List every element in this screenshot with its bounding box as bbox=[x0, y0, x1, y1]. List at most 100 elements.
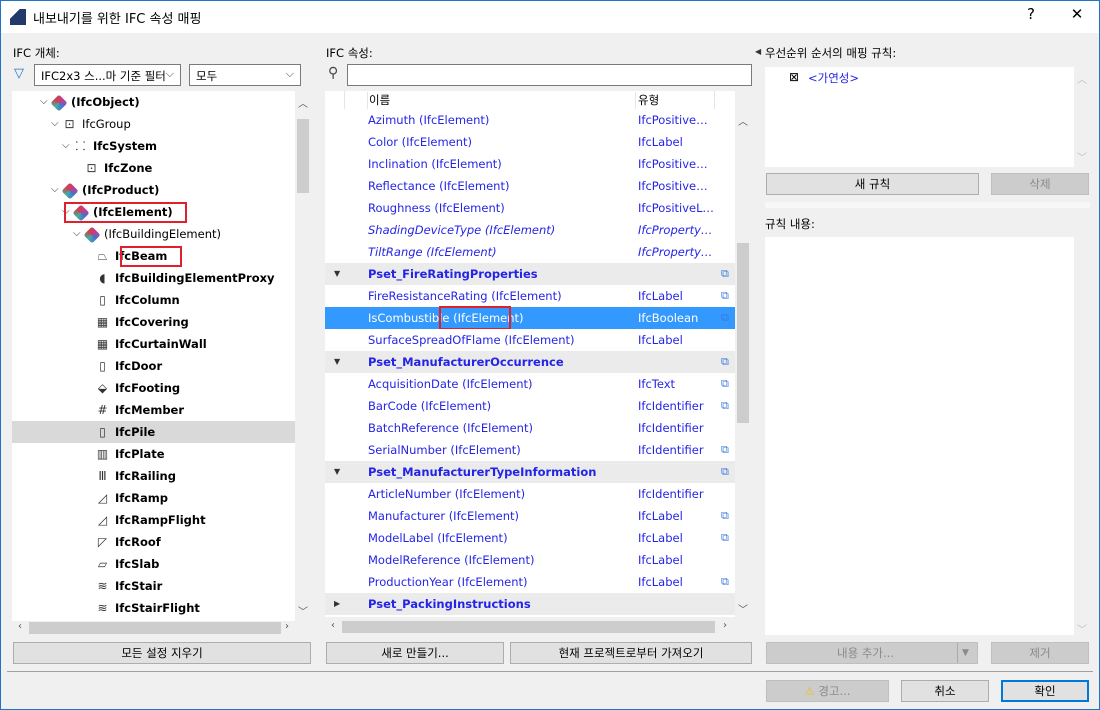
help-button[interactable]: ? bbox=[1011, 5, 1051, 23]
tree-horizontal-scrollbar[interactable]: ‹ › bbox=[12, 621, 295, 635]
tree-item[interactable]: ⌵ ⸬ IfcSystem bbox=[12, 135, 295, 157]
collapse-panel-icon[interactable]: ◀ bbox=[755, 47, 761, 56]
tree-vertical-scrollbar[interactable]: ︿ ﹀ bbox=[295, 91, 311, 621]
link-icon[interactable]: ⧉ bbox=[721, 351, 729, 373]
warning-button[interactable]: ⚠ 경고... bbox=[766, 680, 889, 702]
add-content-button[interactable]: 내용 추가... ▼ bbox=[766, 642, 978, 664]
chevron-down-icon[interactable]: ⌵ bbox=[62, 135, 70, 157]
tree-item[interactable]: ≋ IfcStairFlight bbox=[12, 597, 295, 619]
tree-item[interactable]: ▯ IfcPile bbox=[12, 421, 295, 443]
rule-checkbox-icon[interactable]: ⊠ bbox=[789, 70, 799, 84]
import-from-project-button[interactable]: 현재 프로젝트로부터 가져오기 bbox=[510, 642, 752, 664]
rule-content-box[interactable] bbox=[765, 237, 1074, 635]
tree-item[interactable]: ▱ IfcSlab bbox=[12, 553, 295, 575]
tree-item[interactable]: ⌵ (IfcBuildingElement) bbox=[12, 223, 295, 245]
tree-item[interactable]: ⌵ (IfcProduct) bbox=[12, 179, 295, 201]
chevron-down-icon[interactable]: ⌵ bbox=[51, 113, 59, 135]
property-row[interactable]: BatchReference (IfcElement) IfcIdentifier bbox=[325, 417, 735, 439]
property-row[interactable]: ProductionYear (IfcElement) IfcLabel ⧉ bbox=[325, 571, 735, 593]
property-row[interactable]: BarCode (IfcElement) IfcIdentifier ⧉ bbox=[325, 395, 735, 417]
mapping-rules-list[interactable]: ⊠ <가연성> bbox=[765, 67, 1074, 167]
remove-button[interactable]: 제거 bbox=[991, 642, 1089, 664]
new-property-button[interactable]: 새로 만들기... bbox=[326, 642, 504, 664]
scroll-thumb[interactable] bbox=[297, 119, 309, 193]
expand-down-icon[interactable]: ▼ bbox=[334, 461, 340, 483]
expand-down-icon[interactable]: ▼ bbox=[334, 263, 340, 285]
scroll-thumb[interactable] bbox=[342, 621, 715, 633]
scroll-right-icon[interactable]: › bbox=[717, 620, 733, 631]
tree-item[interactable]: ⌵ ⊡ IfcGroup bbox=[12, 113, 295, 135]
scroll-down-icon[interactable]: ﹀ bbox=[1074, 149, 1090, 164]
close-button[interactable]: ✕ bbox=[1057, 5, 1097, 23]
tree-item[interactable]: ◿ IfcRamp bbox=[12, 487, 295, 509]
property-set-row[interactable]: ▼ Pset_FireRatingProperties ⧉ bbox=[325, 263, 735, 285]
tree-item[interactable]: Ⅲ IfcRailing bbox=[12, 465, 295, 487]
property-row[interactable]: Reflectance (IfcElement) IfcPositiveRati.… bbox=[325, 175, 735, 197]
column-header-name[interactable]: 이름 bbox=[367, 92, 390, 109]
clear-all-settings-button[interactable]: 모든 설정 지우기 bbox=[13, 642, 311, 664]
tree-item[interactable]: ▦ IfcCurtainWall bbox=[12, 333, 295, 355]
new-rule-button[interactable]: 새 규칙 bbox=[766, 173, 979, 195]
chevron-down-icon[interactable]: ⌵ bbox=[40, 91, 48, 113]
dropdown-arrow-icon[interactable]: ▼ bbox=[957, 643, 969, 663]
tree-item[interactable]: ▯ IfcColumn bbox=[12, 289, 295, 311]
property-row[interactable]: SurfaceSpreadOfFlame (IfcElement) IfcLabe… bbox=[325, 329, 735, 351]
link-icon[interactable]: ⧉ bbox=[721, 461, 729, 483]
expand-right-icon[interactable]: ▶ bbox=[334, 593, 340, 615]
property-row[interactable]: Roughness (IfcElement) IfcPositiveLen... bbox=[325, 197, 735, 219]
expand-down-icon[interactable]: ▼ bbox=[334, 351, 340, 373]
property-row[interactable]: IsCombustible (IfcElement) IfcBoolean ⧉ bbox=[325, 307, 735, 329]
scroll-up-icon[interactable]: ︿ bbox=[295, 95, 311, 110]
property-search-input[interactable] bbox=[347, 64, 752, 86]
property-table[interactable]: Azimuth (IfcElement) IfcPositivePla... Col… bbox=[325, 109, 735, 617]
tree-item[interactable]: ⬙ IfcFooting bbox=[12, 377, 295, 399]
column-header-type[interactable]: 유형 bbox=[635, 92, 659, 109]
property-row[interactable]: Color (IfcElement) IfcLabel bbox=[325, 131, 735, 153]
tree-item[interactable]: ▯ IfcDoor bbox=[12, 355, 295, 377]
scroll-up-icon[interactable]: ︿ bbox=[735, 113, 751, 128]
scroll-thumb[interactable] bbox=[29, 622, 281, 634]
tree-item[interactable]: ◸ IfcRoof bbox=[12, 531, 295, 553]
table-horizontal-scrollbar[interactable]: ‹ › bbox=[325, 619, 735, 635]
tree-item[interactable]: ▥ IfcPlate bbox=[12, 443, 295, 465]
property-row[interactable]: ShadingDeviceType (IfcElement) IfcPropert… bbox=[325, 219, 735, 241]
scroll-right-icon[interactable]: › bbox=[279, 621, 295, 632]
property-set-row[interactable]: ▼ Pset_ManufacturerTypeInformation ⧉ bbox=[325, 461, 735, 483]
property-row[interactable]: ModelLabel (IfcElement) IfcLabel ⧉ bbox=[325, 527, 735, 549]
tree-item[interactable]: ◖ IfcBuildingElementProxy bbox=[12, 267, 295, 289]
link-icon[interactable]: ⧉ bbox=[721, 571, 729, 593]
link-icon[interactable]: ⧉ bbox=[721, 263, 729, 285]
property-set-row[interactable]: ▶ Pset_PackingInstructions bbox=[325, 593, 735, 615]
ok-button[interactable]: 확인 bbox=[1001, 680, 1089, 702]
link-icon[interactable]: ⧉ bbox=[721, 505, 729, 527]
property-row[interactable]: AcquisitionDate (IfcElement) IfcText ⧉ bbox=[325, 373, 735, 395]
tree-item[interactable]: ◿ IfcRampFlight bbox=[12, 509, 295, 531]
link-icon[interactable]: ⧉ bbox=[721, 527, 729, 549]
property-row[interactable]: ModelReference (IfcElement) IfcLabel bbox=[325, 549, 735, 571]
rule-item[interactable]: <가연성> bbox=[808, 70, 859, 86]
scroll-left-icon[interactable]: ‹ bbox=[325, 620, 341, 631]
schema-filter-dropdown[interactable]: IFC2x3 스...마 기준 필터 ⌵ bbox=[34, 64, 181, 86]
property-row[interactable]: ArticleNumber (IfcElement) IfcIdentifier bbox=[325, 483, 735, 505]
property-set-row[interactable]: ▼ Pset_ManufacturerOccurrence ⧉ bbox=[325, 351, 735, 373]
link-icon[interactable]: ⧉ bbox=[721, 373, 729, 395]
rules-scrollbar[interactable]: ︿ ﹀ bbox=[1074, 67, 1090, 167]
delete-rule-button[interactable]: 삭제 bbox=[991, 173, 1089, 195]
tree-item[interactable]: # IfcMember bbox=[12, 399, 295, 421]
tree-item[interactable]: ⌵ (IfcObject) bbox=[12, 91, 295, 113]
link-icon[interactable]: ⧉ bbox=[721, 395, 729, 417]
link-icon[interactable]: ⧉ bbox=[721, 285, 729, 307]
property-row[interactable]: SerialNumber (IfcElement) IfcIdentifier ⧉ bbox=[325, 439, 735, 461]
scroll-up-icon[interactable]: ︿ bbox=[1074, 71, 1090, 86]
tree-item[interactable]: ▦ IfcCovering bbox=[12, 311, 295, 333]
scroll-down-icon[interactable]: ﹀ bbox=[1074, 621, 1090, 636]
property-row[interactable]: FireResistanceRating (IfcElement) IfcLabe… bbox=[325, 285, 735, 307]
scroll-down-icon[interactable]: ﹀ bbox=[295, 603, 311, 618]
cancel-button[interactable]: 취소 bbox=[901, 680, 989, 702]
scroll-left-icon[interactable]: ‹ bbox=[12, 621, 28, 632]
ifc-entity-tree[interactable]: ⌵ (IfcObject) ⌵ ⊡ IfcGroup ⌵ ⸬ IfcSystem ⊡ IfcZon… bbox=[12, 91, 295, 621]
chevron-down-icon[interactable]: ⌵ bbox=[51, 179, 59, 201]
link-icon[interactable]: ⧉ bbox=[721, 307, 729, 329]
scroll-down-icon[interactable]: ﹀ bbox=[735, 601, 751, 616]
table-vertical-scrollbar[interactable]: ︿ ﹀ bbox=[735, 109, 751, 617]
